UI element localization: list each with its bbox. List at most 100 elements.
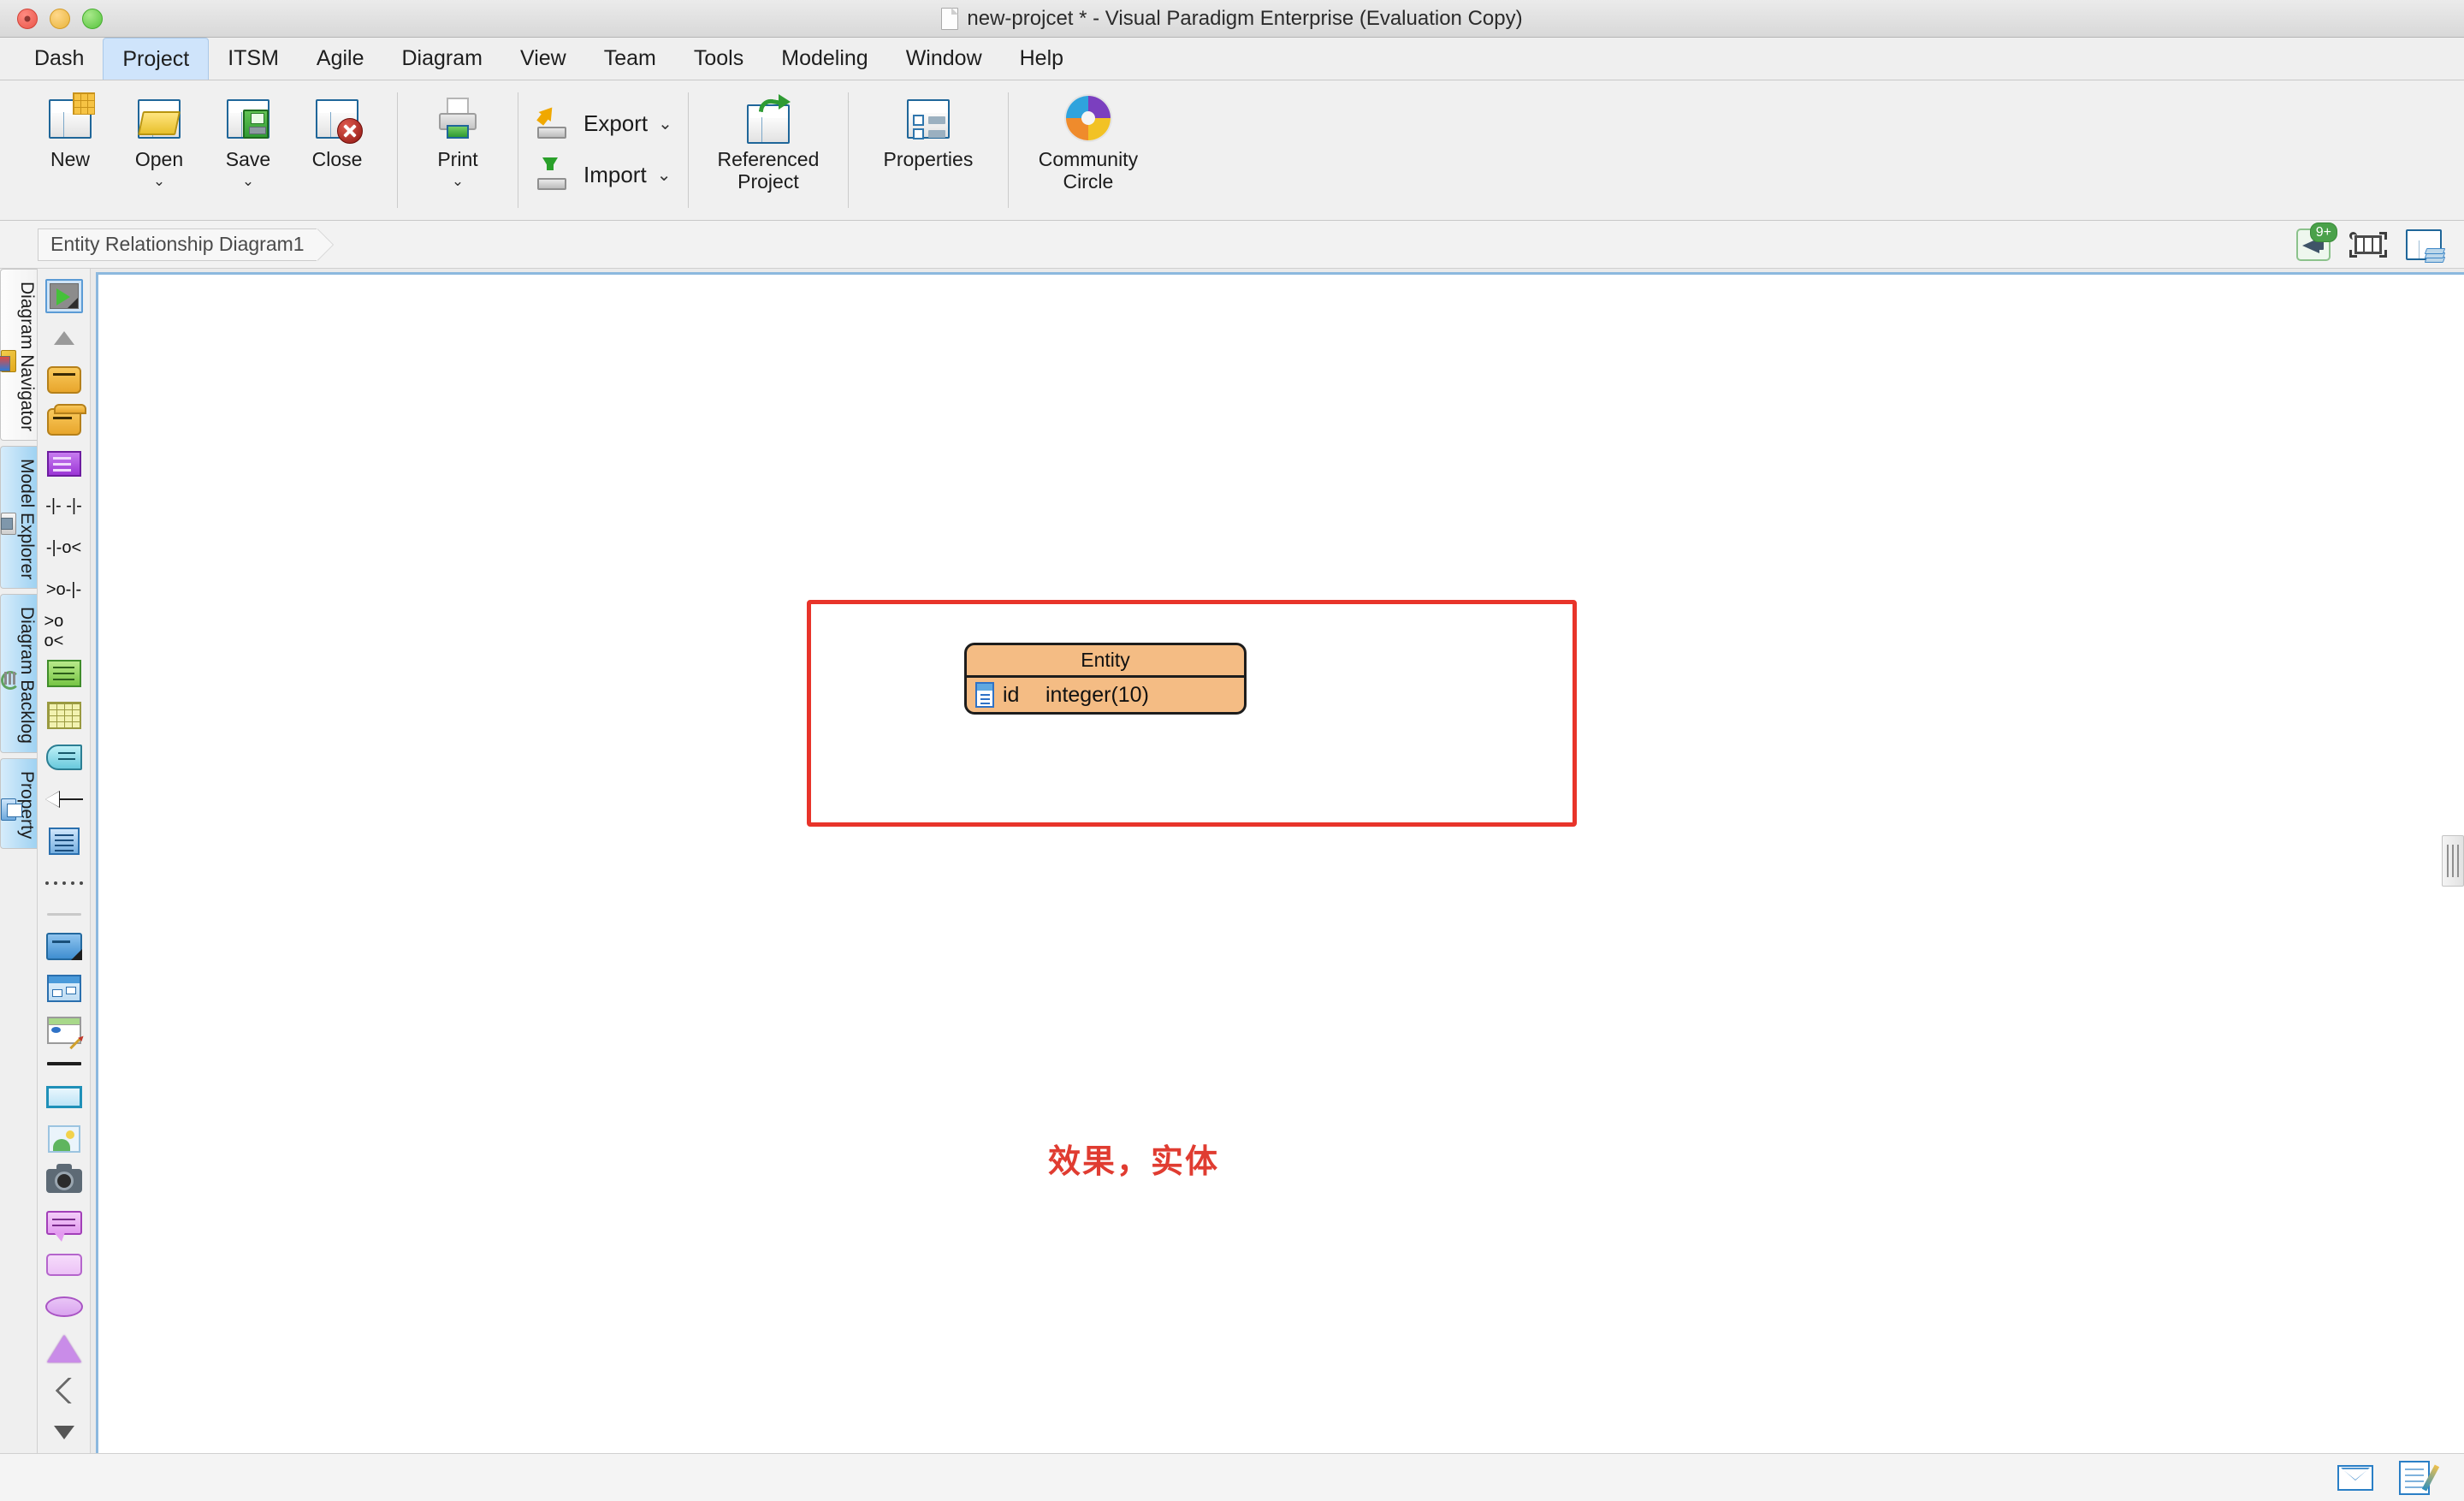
import-chevron-down-icon[interactable]: ⌄ [657, 164, 672, 186]
referenced-project-icon [744, 94, 792, 144]
save-dropdown-chevron-down-icon[interactable]: ⌄ [242, 174, 254, 188]
sidebar-tab-property[interactable]: Property [0, 758, 37, 849]
palette-green-table-tool[interactable] [42, 652, 86, 694]
notifications-button[interactable]: 9+ [2296, 222, 2337, 261]
palette-anchor-tool[interactable] [42, 778, 86, 820]
properties-label: Properties [883, 148, 974, 170]
entity-column-name: id [1003, 682, 1020, 707]
entity-column-type: integer(10) [1045, 682, 1149, 707]
diagram-canvas[interactable]: Entity id integer(10) 效果，实体 [96, 272, 2464, 1453]
maximize-window-button[interactable] [82, 8, 103, 29]
menu-item-diagram[interactable]: Diagram [383, 38, 501, 80]
sidebar-tab-diagram-navigator[interactable]: Diagram Navigator [0, 269, 37, 442]
entity-shape[interactable]: Entity id integer(10) [964, 643, 1247, 715]
right-panel-handle[interactable] [2442, 835, 2464, 887]
menu-item-team[interactable]: Team [585, 38, 675, 80]
open-button[interactable]: Open ⌄ [115, 86, 204, 188]
referenced-project-button[interactable]: Referenced Project [704, 86, 832, 193]
properties-icon [904, 94, 952, 142]
left-tab-rail: Diagram Navigator Model Explorer Diagram… [0, 269, 38, 1453]
palette-relationship-many-to-many[interactable]: >o o< [42, 611, 86, 653]
close-window-button[interactable] [17, 8, 38, 29]
print-dropdown-chevron-down-icon[interactable]: ⌄ [452, 174, 464, 188]
palette-folder-tool[interactable] [42, 926, 86, 968]
export-button[interactable]: Export ⌄ [537, 98, 672, 149]
palette-cyan-note-tool[interactable] [42, 736, 86, 778]
menu-item-help[interactable]: Help [1001, 38, 1082, 80]
palette-note-tool[interactable] [42, 443, 86, 485]
note-edit-icon[interactable] [2399, 1460, 2430, 1495]
palette-yellow-grid-tool[interactable] [42, 694, 86, 736]
community-circle-button[interactable]: Community Circle [1024, 86, 1152, 193]
close-project-icon [313, 94, 363, 144]
palette-ellipse-tool[interactable] [42, 1285, 86, 1327]
property-icon [1, 798, 22, 821]
import-button[interactable]: Import ⌄ [537, 149, 671, 200]
canvas-container: Entity id integer(10) 效果，实体 [91, 269, 2464, 1453]
export-button-label: Export [583, 110, 649, 136]
breadcrumb-item-diagram[interactable]: Entity Relationship Diagram1 [38, 228, 317, 261]
sidebar-tab-model-explorer[interactable]: Model Explorer [0, 446, 37, 590]
palette-resize-tool[interactable] [42, 317, 86, 359]
new-button[interactable]: New [26, 86, 115, 171]
open-dropdown-chevron-down-icon[interactable]: ⌄ [153, 174, 165, 188]
palette-document-tool[interactable] [42, 820, 86, 862]
entity-icon [46, 366, 81, 395]
save-button[interactable]: Save ⌄ [204, 86, 293, 188]
palette-zigzag-line-tool[interactable] [42, 1369, 86, 1411]
window-controls[interactable] [17, 8, 103, 29]
rounded-rectangle-icon [45, 1253, 82, 1276]
close-button-label: Close [311, 148, 363, 170]
layers-panel-button[interactable] [2406, 228, 2446, 263]
palette-relationship-many-to-one[interactable]: >o-|- [42, 569, 86, 611]
menu-item-view[interactable]: View [501, 38, 585, 80]
palette-dotted-line-tool[interactable] [42, 862, 86, 904]
menu-item-itsm[interactable]: ITSM [209, 38, 298, 80]
model-explorer-icon [1, 512, 16, 535]
save-project-icon [224, 94, 272, 142]
properties-button[interactable]: Properties [864, 86, 992, 171]
sub-diagram-icon [46, 974, 81, 1002]
palette-more-tools[interactable] [42, 1411, 86, 1453]
palette-triangle-tool[interactable] [42, 1327, 86, 1369]
palette-callout-tool[interactable] [42, 1201, 86, 1243]
minimize-window-button[interactable] [50, 8, 70, 29]
fullscreen-button[interactable] [2349, 231, 2387, 258]
ribbon-separator-1 [397, 92, 398, 208]
sidebar-tab-diagram-backlog-label: Diagram Backlog [17, 607, 37, 745]
referenced-project-label: Referenced Project [717, 148, 820, 193]
close-button[interactable]: Close [293, 86, 382, 171]
menu-item-agile[interactable]: Agile [298, 38, 383, 80]
menu-item-dash[interactable]: Dash [15, 38, 103, 80]
palette-screenshot-tool[interactable] [42, 1160, 86, 1202]
menu-item-project[interactable]: Project [103, 38, 210, 80]
palette-relationship-one-to-many[interactable]: -|-o< [42, 527, 86, 569]
filmstrip-icon [2354, 234, 2382, 254]
yellow-grid-icon [46, 701, 81, 729]
palette-entity-tool[interactable] [42, 359, 86, 401]
palette-view-tool[interactable] [42, 401, 86, 443]
palette-table-record-editor-tool[interactable] [42, 1009, 86, 1051]
menu-item-modeling[interactable]: Modeling [762, 38, 886, 80]
arrow-left-icon [44, 790, 83, 809]
open-button-label: Open [134, 148, 184, 170]
menu-item-window[interactable]: Window [887, 38, 1001, 80]
palette-relationship-one-to-one[interactable]: -|- -|- [42, 485, 86, 527]
palette-sub-diagram-tool[interactable] [42, 967, 86, 1009]
menu-item-tools[interactable]: Tools [675, 38, 762, 80]
palette-rounded-rectangle-tool[interactable] [42, 1243, 86, 1285]
palette-image-tool[interactable] [42, 1118, 86, 1160]
menu-bar: Dash Project ITSM Agile Diagram View Tea… [0, 38, 2464, 80]
mail-icon[interactable] [2337, 1464, 2373, 1491]
camera-icon [45, 1164, 82, 1194]
triangle-up-icon [53, 331, 74, 346]
divider-icon [46, 913, 81, 917]
palette-rectangle-tool[interactable] [42, 1077, 86, 1118]
entity-column-row[interactable]: id integer(10) [967, 678, 1244, 712]
sidebar-tab-diagram-backlog[interactable]: Diagram Backlog [0, 594, 37, 754]
palette-pointer-tool[interactable] [42, 276, 86, 317]
print-button[interactable]: Print ⌄ [413, 86, 502, 188]
speech-bubble-icon [45, 1210, 82, 1242]
cyan-rectangle-icon [45, 1086, 82, 1109]
export-chevron-down-icon[interactable]: ⌄ [658, 113, 672, 134]
